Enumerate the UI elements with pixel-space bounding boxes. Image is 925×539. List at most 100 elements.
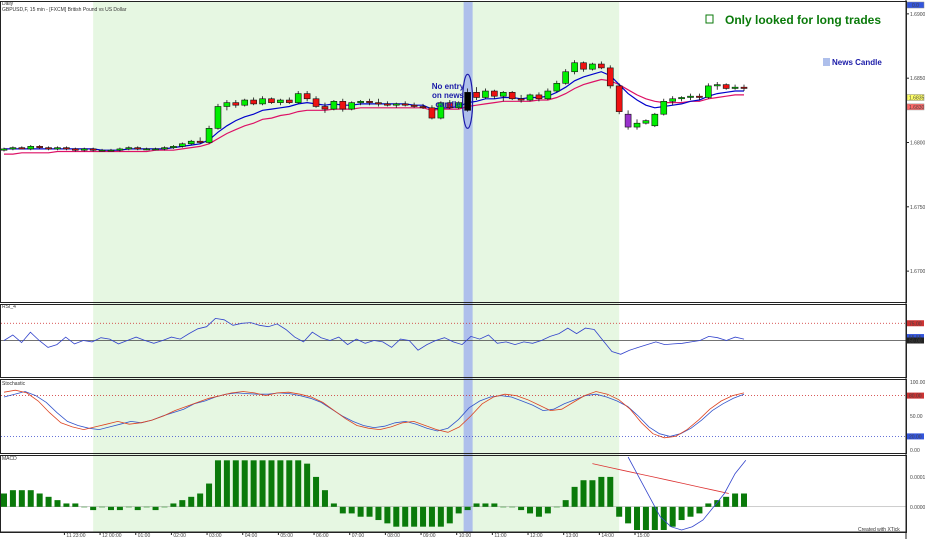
candle-body	[27, 146, 35, 150]
candle-body	[562, 71, 569, 84]
macd-bar	[18, 490, 25, 507]
candle-body	[428, 107, 436, 119]
macd-bar	[598, 476, 605, 507]
candle-body	[125, 147, 133, 150]
annotation-no-entry-3: candle	[435, 100, 461, 109]
candle-body	[321, 106, 329, 110]
time-tick-label: 05:00	[280, 533, 293, 539]
macd-bar	[107, 506, 114, 511]
candle-body	[544, 90, 552, 100]
candle-body	[143, 148, 150, 151]
price-top-label: 0.0	[912, 3, 919, 9]
macd-tick-label: 0.0001	[910, 475, 925, 481]
annotation-no-entry-1: No entry	[432, 82, 465, 91]
candle-body	[473, 92, 480, 98]
candle-body	[696, 95, 703, 98]
macd-bar	[357, 506, 364, 517]
chart: 1.6900 1.6850 1.6800 1.6750 1.6700 11 23:00 12…	[0, 0, 925, 539]
time-tick-label: 03:00	[209, 533, 222, 539]
price-tick-label: 1.6850	[910, 76, 925, 82]
price-ema-label: 1.6830	[909, 105, 925, 111]
macd-bar	[455, 506, 462, 514]
macd-bar	[170, 503, 177, 507]
macd-bar	[437, 506, 444, 527]
candle-body	[0, 148, 8, 151]
macd-bar	[9, 490, 16, 507]
candle-body	[250, 99, 257, 105]
macd-bar	[27, 490, 34, 507]
macd-bar	[206, 483, 213, 507]
candle-body	[482, 90, 489, 98]
macd-bar	[589, 480, 596, 507]
macd-bar	[313, 476, 320, 507]
candle-body	[63, 147, 70, 150]
macd-bar	[214, 460, 221, 507]
macd-bar	[54, 500, 61, 507]
macd-bar	[607, 476, 614, 507]
macd-bar	[384, 506, 391, 524]
time-tick-label: 12 00:00	[102, 533, 122, 539]
candle-body	[98, 149, 106, 152]
macd-bar	[562, 500, 569, 507]
candle-body	[80, 148, 88, 151]
stoch-tick-label: 0.00	[910, 448, 920, 454]
macd-bar	[63, 503, 70, 507]
time-tick-label: 02:00	[173, 533, 186, 539]
candle-body	[89, 148, 97, 151]
macd-bar	[116, 506, 123, 511]
time-tick-label: 06:00	[316, 533, 329, 539]
price-tick-label: 1.6900	[910, 12, 925, 18]
candle-body	[134, 147, 142, 150]
stoch-axis-label: 20.00	[909, 434, 922, 440]
time-tick-label: 09:00	[423, 533, 436, 539]
candle-body	[18, 147, 26, 150]
macd-bar	[544, 506, 551, 514]
time-tick-label: 14:00	[601, 533, 614, 539]
candle-body	[241, 99, 249, 106]
time-tick-label: 08:00	[387, 533, 400, 539]
macd-bar	[339, 506, 346, 514]
macd-bar	[375, 506, 382, 521]
candle-body	[339, 101, 347, 110]
stoch-label: Stochastic	[2, 381, 26, 387]
candle-body	[731, 86, 739, 89]
candle-body	[571, 62, 578, 73]
price-tick-label: 1.6700	[910, 269, 925, 275]
candle-body	[36, 146, 43, 148]
candle-body	[286, 99, 293, 103]
candle-body	[624, 113, 632, 128]
candle-body	[116, 148, 124, 151]
candle-body	[170, 146, 177, 148]
macd-bar	[90, 506, 97, 511]
macd-bar	[634, 506, 641, 530]
stoch-tick-label: 50.00	[910, 414, 923, 420]
macd-bar	[741, 493, 747, 507]
macd-bar	[348, 506, 355, 514]
candle-body	[303, 93, 311, 100]
candle-body	[214, 106, 222, 129]
candle-body	[384, 103, 391, 106]
macd-bar	[81, 506, 88, 508]
time-tick-label: 10:00	[459, 533, 472, 539]
annotation-legend-news: News Candle	[832, 58, 882, 67]
rsi-axis-label: 75.00	[909, 321, 922, 327]
time-tick-label: 11:00	[494, 533, 506, 539]
candle-body	[107, 149, 115, 152]
macd-bar	[277, 460, 284, 507]
macd-bar	[241, 460, 248, 507]
candle-body	[615, 85, 623, 112]
candle-body	[598, 63, 605, 69]
annotation-no-entry-2: on news	[432, 91, 465, 100]
macd-bar	[705, 503, 712, 507]
macd-bar	[518, 506, 525, 511]
macd-bar	[732, 493, 739, 507]
candle-body	[54, 147, 61, 150]
candle-body	[589, 63, 596, 70]
candle-body	[392, 103, 400, 106]
candle-body	[678, 97, 685, 100]
symbol-line: GBPUSD,F, 15 min - [FXCM] British Pound …	[2, 7, 127, 13]
candle-body	[642, 120, 650, 124]
macd-bar	[250, 460, 257, 507]
macd-bar	[268, 460, 275, 507]
macd-bar	[678, 506, 685, 521]
